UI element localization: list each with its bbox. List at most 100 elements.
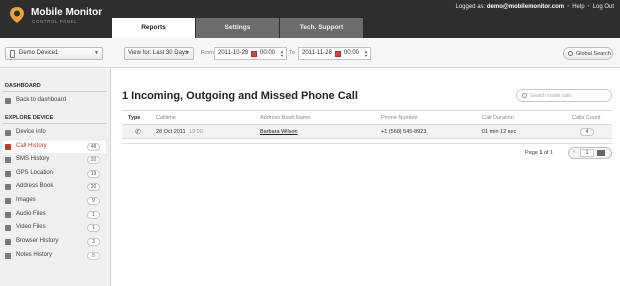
time-spinner-icon[interactable]: ▲ ▼ <box>280 50 284 58</box>
call-time: 19:00 <box>189 129 203 135</box>
from-date-value: 2011-10-28 <box>218 50 249 56</box>
global-search-button[interactable]: Global Search <box>563 47 613 60</box>
video-icon <box>5 225 11 231</box>
notes-icon <box>5 253 11 259</box>
page-prefix: Page <box>525 150 538 156</box>
from-time-value: 00:00 <box>260 50 276 56</box>
view-for-select[interactable]: View for: Last 30 Days ▼ <box>124 47 194 60</box>
search-icon <box>522 93 527 98</box>
sidebar-item-notes-history[interactable]: Notes History 5 <box>3 250 106 262</box>
search-inside-calls-input[interactable]: Search inside calls <box>516 89 612 102</box>
device-select-value: Demo Device1 <box>19 50 59 56</box>
sidebar-item-label: SMS History <box>16 156 50 162</box>
from-date-field[interactable]: 2011-10-28 00:00 ▲ ▼ <box>214 47 287 60</box>
count-badge: 1 <box>87 224 100 232</box>
sidebar-item-browser-history[interactable]: Browser History 3 <box>3 236 106 248</box>
sidebar-item-label: Notes History <box>16 252 53 258</box>
back-arrow-icon <box>5 98 11 104</box>
app-subtitle: CONTROL PANEL <box>32 19 78 24</box>
logged-as-label: Logged as: <box>455 4 486 10</box>
tab-tech-support[interactable]: Tech. Support <box>280 18 363 38</box>
to-date-value: 2011-11-28 <box>302 50 332 56</box>
sidebar-item-sms-history[interactable]: SMS History 20 <box>3 154 106 166</box>
count-badge: 9 <box>87 197 100 205</box>
sidebar-item-address-book[interactable]: Address Book 20 <box>3 181 106 193</box>
sidebar-item-label: Address Book <box>16 183 54 189</box>
user-nav: Logged as: demo@mobilemonitor.com • Help • L… <box>455 4 615 10</box>
calendar-icon[interactable] <box>251 51 257 57</box>
contact-name-link[interactable]: Barbara Wilson <box>260 129 298 135</box>
logout-link[interactable]: Log Out <box>593 4 614 10</box>
phone-number: +1 (560) 545-8923 <box>381 129 427 135</box>
help-link[interactable]: Help <box>572 4 584 10</box>
previous-page-icon[interactable]: ‹ <box>573 149 575 155</box>
go-page-icon[interactable] <box>597 150 605 156</box>
column-header-calltime[interactable]: Calltime <box>156 115 176 121</box>
column-header-type[interactable]: Type <box>128 115 140 121</box>
sidebar-item-gps-location[interactable]: GPS Location 19 <box>3 168 106 180</box>
chevron-down-icon: ▼ <box>94 50 99 56</box>
sidebar-item-label: Browser History <box>16 238 59 244</box>
divider <box>3 91 106 92</box>
device-select[interactable]: Demo Device1 ▼ <box>5 47 103 60</box>
page-indicator: Page 1 of 1 <box>525 150 553 156</box>
gps-icon <box>5 171 11 177</box>
audio-icon <box>5 212 11 218</box>
to-date-field[interactable]: 2011-11-28 00:00 ▲ ▼ <box>298 47 371 60</box>
top-header: Mobile Monitor CONTROL PANEL Logged as: … <box>0 0 620 38</box>
time-spinner-icon[interactable]: ▲ ▼ <box>364 50 368 58</box>
browser-icon <box>5 239 11 245</box>
image-icon <box>5 198 11 204</box>
count-badge: 1 <box>87 211 100 219</box>
view-for-value: View for: Last 30 Days <box>128 50 188 56</box>
sidebar-item-call-history[interactable]: Call History 48 <box>3 141 106 153</box>
app-title: Mobile Monitor <box>31 7 103 18</box>
tab-reports[interactable]: Reports <box>112 18 195 38</box>
calls-count-badge: 4 <box>580 128 594 136</box>
chevron-down-icon: ▼ <box>185 50 190 56</box>
phone-device-icon <box>10 50 15 58</box>
count-badge: 48 <box>87 143 100 151</box>
to-time-value: 00:00 <box>344 50 360 56</box>
calendar-icon[interactable] <box>335 51 341 57</box>
sidebar: DASHBOARD Back to dashboard EXPLORE DEVI… <box>0 69 111 286</box>
pagination-control: ‹ 1 <box>568 147 612 159</box>
phone-call-icon: ✆ <box>135 129 141 136</box>
table-row[interactable]: ✆ 28 Oct 2011 19:00 Barbara Wilson +1 (5… <box>122 125 612 139</box>
column-header-calls-count[interactable]: Calls Count <box>572 115 600 121</box>
sidebar-item-label: GPS Location <box>16 170 54 176</box>
explore-heading: EXPLORE DEVICE <box>5 115 54 121</box>
sms-icon <box>5 157 11 163</box>
page-title: 1 Incoming, Outgoing and Missed Phone Ca… <box>122 90 358 102</box>
sidebar-item-video-files[interactable]: Video Files 1 <box>3 222 106 234</box>
sidebar-item-images[interactable]: Images 9 <box>3 195 106 207</box>
address-book-icon <box>5 184 11 190</box>
column-header-phone[interactable]: Phone Number <box>381 115 418 121</box>
from-label: From <box>201 50 214 56</box>
tab-settings[interactable]: Settings <box>196 18 279 38</box>
map-pin-icon <box>10 7 24 23</box>
table-header: Type Calltime Address Book Name Phone Nu… <box>122 110 612 125</box>
column-header-duration[interactable]: Call Duration <box>482 115 514 121</box>
page-number-input[interactable]: 1 <box>580 149 594 157</box>
sidebar-item-label: Images <box>16 197 36 203</box>
to-label: To <box>289 50 295 56</box>
global-search-label: Global Search <box>576 51 611 57</box>
search-icon <box>568 51 573 56</box>
page-total: 1 <box>550 150 554 156</box>
back-to-dashboard-link[interactable]: Back to dashboard <box>3 95 106 107</box>
logged-user: demo@mobilemonitor.com <box>486 4 565 10</box>
back-to-dashboard-label: Back to dashboard <box>16 97 67 103</box>
sidebar-item-label: Audio Files <box>16 211 46 217</box>
sidebar-item-audio-files[interactable]: Audio Files 1 <box>3 209 106 221</box>
count-badge: 20 <box>87 156 100 164</box>
page-of: of <box>543 150 549 156</box>
call-duration: 01 min 12 sec <box>482 129 517 135</box>
sidebar-item-label: Device info <box>16 129 46 135</box>
sidebar-item-device-info[interactable]: Device info <box>3 127 106 139</box>
search-placeholder: Search inside calls <box>530 93 572 99</box>
filter-toolbar: Demo Device1 ▼ View for: Last 30 Days ▼ … <box>0 38 620 68</box>
dashboard-heading: DASHBOARD <box>5 83 41 89</box>
phone-icon <box>5 144 11 150</box>
column-header-name[interactable]: Address Book Name <box>260 115 310 121</box>
